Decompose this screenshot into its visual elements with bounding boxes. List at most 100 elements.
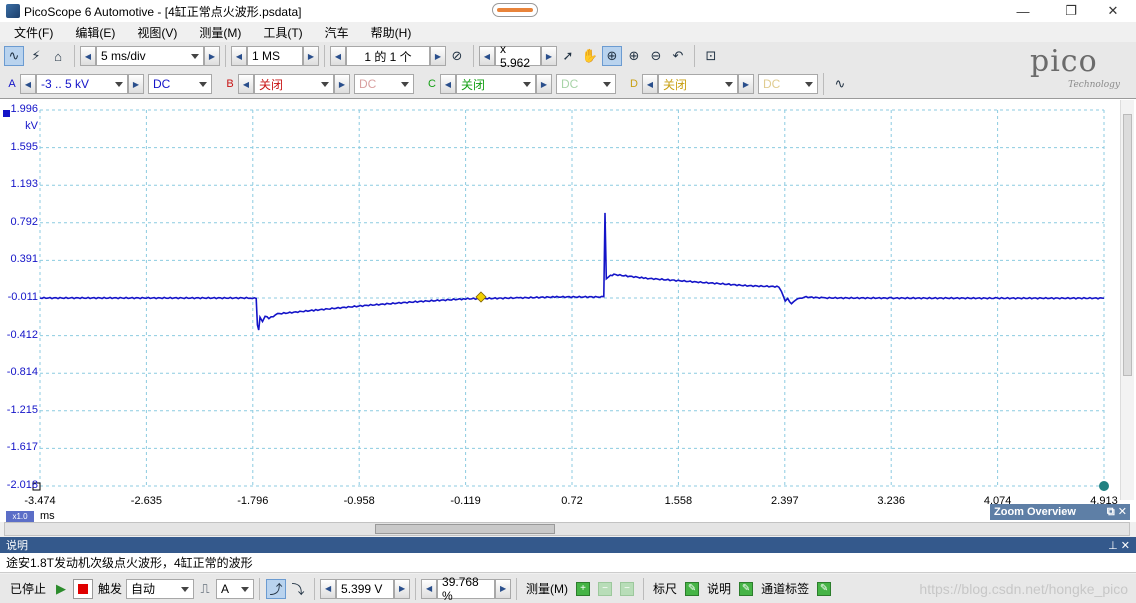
zoom-end-marker[interactable] <box>1099 481 1109 491</box>
close-button[interactable]: ✕ <box>1090 0 1136 22</box>
menu-file[interactable]: 文件(F) <box>14 24 53 41</box>
channel-d-range[interactable]: 关闭 <box>658 74 738 94</box>
channel-toolbar: A ◀ -3 .. 5 kV ▶ DC B ◀ 关闭 ▶ DC C ◀ 关闭 ▶… <box>0 70 1136 98</box>
channel-a-range-next[interactable]: ▶ <box>128 74 144 94</box>
buffer-prev-button[interactable]: ◀ <box>330 46 346 66</box>
menu-automotive[interactable]: 汽车 <box>325 24 349 41</box>
samples-prev-button[interactable]: ◀ <box>231 46 247 66</box>
stop-icon[interactable] <box>73 578 94 599</box>
zoom-prev-button[interactable]: ◀ <box>479 46 495 66</box>
description-controls[interactable]: ⊥ ✕ <box>1108 539 1130 552</box>
scroll-thumb[interactable] <box>375 524 555 534</box>
buffer-next-button[interactable]: ▶ <box>430 46 446 66</box>
x-tick-label: -2.635 <box>130 495 162 507</box>
trigger-mode-select[interactable]: 自动 <box>126 578 195 599</box>
x-tick-label: 3.236 <box>877 495 905 507</box>
channel-d-coupling[interactable]: DC <box>758 74 818 94</box>
edit-measure-icon[interactable]: − <box>598 581 613 596</box>
add-measure-icon[interactable]: + <box>576 581 591 596</box>
channel-d-range-prev[interactable]: ◀ <box>642 74 658 94</box>
pointer-icon[interactable]: ➚ <box>558 46 578 66</box>
menu-view[interactable]: 视图(V) <box>137 24 177 41</box>
pretrigger-prev[interactable]: ◀ <box>421 578 438 599</box>
channel-c-range-prev[interactable]: ◀ <box>440 74 456 94</box>
minimize-button[interactable]: — <box>1000 0 1046 22</box>
probe-icon[interactable]: ⚡ <box>26 46 46 66</box>
notes-icon[interactable]: ✎ <box>739 581 754 596</box>
x-tick-label: 1.558 <box>664 495 693 507</box>
timebase-next-button[interactable]: ▶ <box>204 46 220 66</box>
divider <box>516 577 518 600</box>
y-tick-label: -0.011 <box>7 291 38 303</box>
x-tick-label: -1.796 <box>237 495 269 507</box>
waveform-plot[interactable] <box>0 98 1136 522</box>
channel-labels-icon[interactable]: ✎ <box>817 581 832 596</box>
channel-b-label[interactable]: B <box>222 78 238 90</box>
zoom-fit-icon[interactable]: ⊡ <box>701 46 721 66</box>
vertical-scrollbar[interactable] <box>1120 100 1134 500</box>
home-icon[interactable]: ⌂ <box>48 46 68 66</box>
pretrigger-field[interactable]: 39.768 % <box>437 575 496 603</box>
trigger-marker[interactable] <box>475 291 487 303</box>
menu-tools[interactable]: 工具(T) <box>263 24 302 41</box>
math-channel-icon[interactable]: ∿ <box>830 74 850 94</box>
notes-label[interactable]: 说明 <box>707 580 731 597</box>
channel-c-range[interactable]: 关闭 <box>456 74 536 94</box>
zoom-overview-controls[interactable]: ⧉ ✕ <box>1107 505 1127 519</box>
delete-measure-icon[interactable]: − <box>620 581 635 596</box>
channel-a-range-prev[interactable]: ◀ <box>20 74 36 94</box>
undo-zoom-icon[interactable]: ↶ <box>668 46 688 66</box>
horizontal-scrollbar[interactable] <box>4 522 1130 536</box>
trigger-edge-icon[interactable]: ⎍ <box>195 579 215 599</box>
restore-button[interactable]: ❐ <box>1048 0 1094 22</box>
menu-edit[interactable]: 编辑(E) <box>75 24 115 41</box>
timebase-prev-button[interactable]: ◀ <box>80 46 96 66</box>
y-tick-label: -0.814 <box>6 366 38 379</box>
x-unit-label: ms <box>40 510 55 522</box>
menu-help[interactable]: 帮助(H) <box>371 24 412 41</box>
channel-a-range[interactable]: -3 .. 5 kV <box>36 74 128 94</box>
zoom-next-button[interactable]: ▶ <box>541 46 557 66</box>
menu-measure[interactable]: 测量(M) <box>199 24 241 41</box>
pretrigger-next[interactable]: ▶ <box>495 578 512 599</box>
y-tick-label: -1.617 <box>6 441 38 454</box>
zoom-out-icon[interactable]: ⊖ <box>646 46 666 66</box>
channel-b-coupling[interactable]: DC <box>354 74 414 94</box>
trigger-level-prev[interactable]: ◀ <box>320 578 337 599</box>
zoom-field[interactable]: x 5.962 <box>495 42 541 70</box>
channel-d-range-next[interactable]: ▶ <box>738 74 754 94</box>
menu-bar: 文件(F) 编辑(E) 视图(V) 测量(M) 工具(T) 汽车 帮助(H) <box>0 22 1136 42</box>
zoom-rect-icon[interactable]: ⊕ <box>602 46 622 66</box>
samples-next-button[interactable]: ▶ <box>303 46 319 66</box>
channel-b-range-prev[interactable]: ◀ <box>238 74 254 94</box>
channel-a-label[interactable]: A <box>4 78 20 90</box>
channel-c-label[interactable]: C <box>424 78 440 90</box>
ruler-icon[interactable]: ✎ <box>685 581 700 596</box>
buffer-field[interactable]: 1 的 1 个 <box>346 46 430 66</box>
channel-labels-label[interactable]: 通道标签 <box>761 580 809 597</box>
ruler-label[interactable]: 标尺 <box>653 580 677 597</box>
scope-mode-icon[interactable]: ∿ <box>4 46 24 66</box>
run-icon[interactable]: ▶ <box>51 579 71 599</box>
scroll-thumb[interactable] <box>1123 114 1132 376</box>
rising-edge-icon[interactable]: ⤴ <box>266 578 287 599</box>
channel-c-range-next[interactable]: ▶ <box>536 74 552 94</box>
divider <box>74 45 75 67</box>
buffer-navigator-icon[interactable]: ⊘ <box>447 46 467 66</box>
channel-b-range[interactable]: 关闭 <box>254 74 334 94</box>
trigger-level-field[interactable]: 5.399 V <box>336 578 395 599</box>
zoom-in-icon[interactable]: ⊕ <box>624 46 644 66</box>
falling-edge-icon[interactable]: ⤵ <box>288 579 308 599</box>
trigger-level-next[interactable]: ▶ <box>394 578 411 599</box>
channel-a-coupling[interactable]: DC <box>148 74 212 94</box>
samples-field[interactable]: 1 MS <box>247 46 303 66</box>
measure-label[interactable]: 测量(M) <box>526 580 568 597</box>
channel-c-coupling[interactable]: DC <box>556 74 616 94</box>
channel-b-range-next[interactable]: ▶ <box>334 74 350 94</box>
trigger-source-select[interactable]: A <box>216 578 255 599</box>
zoom-overview-panel[interactable]: Zoom Overview ⧉ ✕ <box>990 504 1130 520</box>
hand-icon[interactable]: ✋ <box>580 46 600 66</box>
channel-d-label[interactable]: D <box>626 78 642 90</box>
timebase-select[interactable]: 5 ms/div <box>96 46 204 66</box>
description-text[interactable]: 途安1.8T发动机次级点火波形，4缸正常的波形 <box>0 553 1136 573</box>
